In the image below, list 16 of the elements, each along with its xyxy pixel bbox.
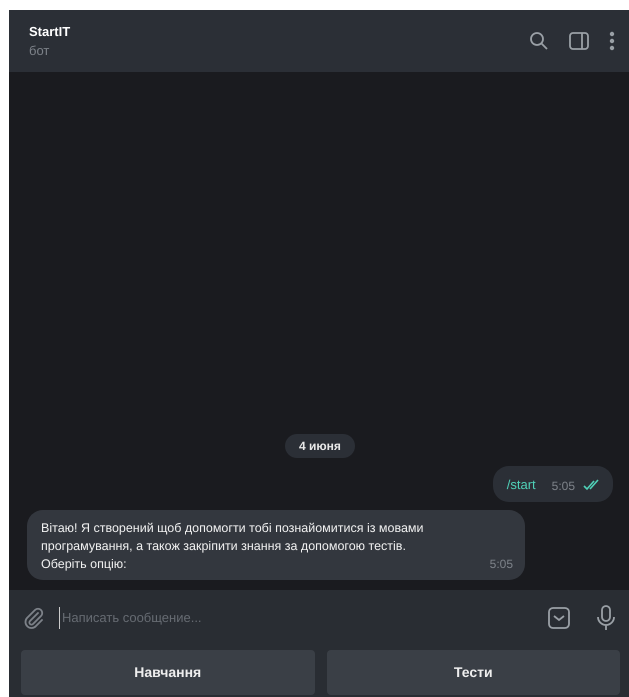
message-text: Вітаю! Я створений щоб допомогти тобі познайомитися із мовами програмування, а також закріпити знання за допомогою тестів. Оберіть опцію:	[41, 520, 425, 573]
more-menu-icon[interactable]	[609, 31, 615, 51]
bot-keyboard-icon[interactable]	[547, 606, 571, 630]
message-time: 5:05	[490, 556, 513, 573]
keyboard-button[interactable]: Навчання	[21, 650, 314, 695]
message-composer[interactable]: Написать сообщение...	[9, 590, 629, 646]
chat-subtitle: бот	[29, 42, 50, 60]
date-badge: 4 июня	[285, 434, 355, 458]
message-text: /start	[506, 476, 536, 494]
keyboard-button[interactable]: Тести	[326, 650, 620, 695]
sidebar-toggle-icon[interactable]	[569, 32, 589, 50]
search-icon[interactable]	[529, 31, 549, 51]
microphone-icon[interactable]	[597, 605, 615, 631]
message-time: 5:05	[552, 478, 575, 495]
chat-title: StartIT	[29, 22, 70, 40]
attach-icon[interactable]	[23, 607, 45, 629]
